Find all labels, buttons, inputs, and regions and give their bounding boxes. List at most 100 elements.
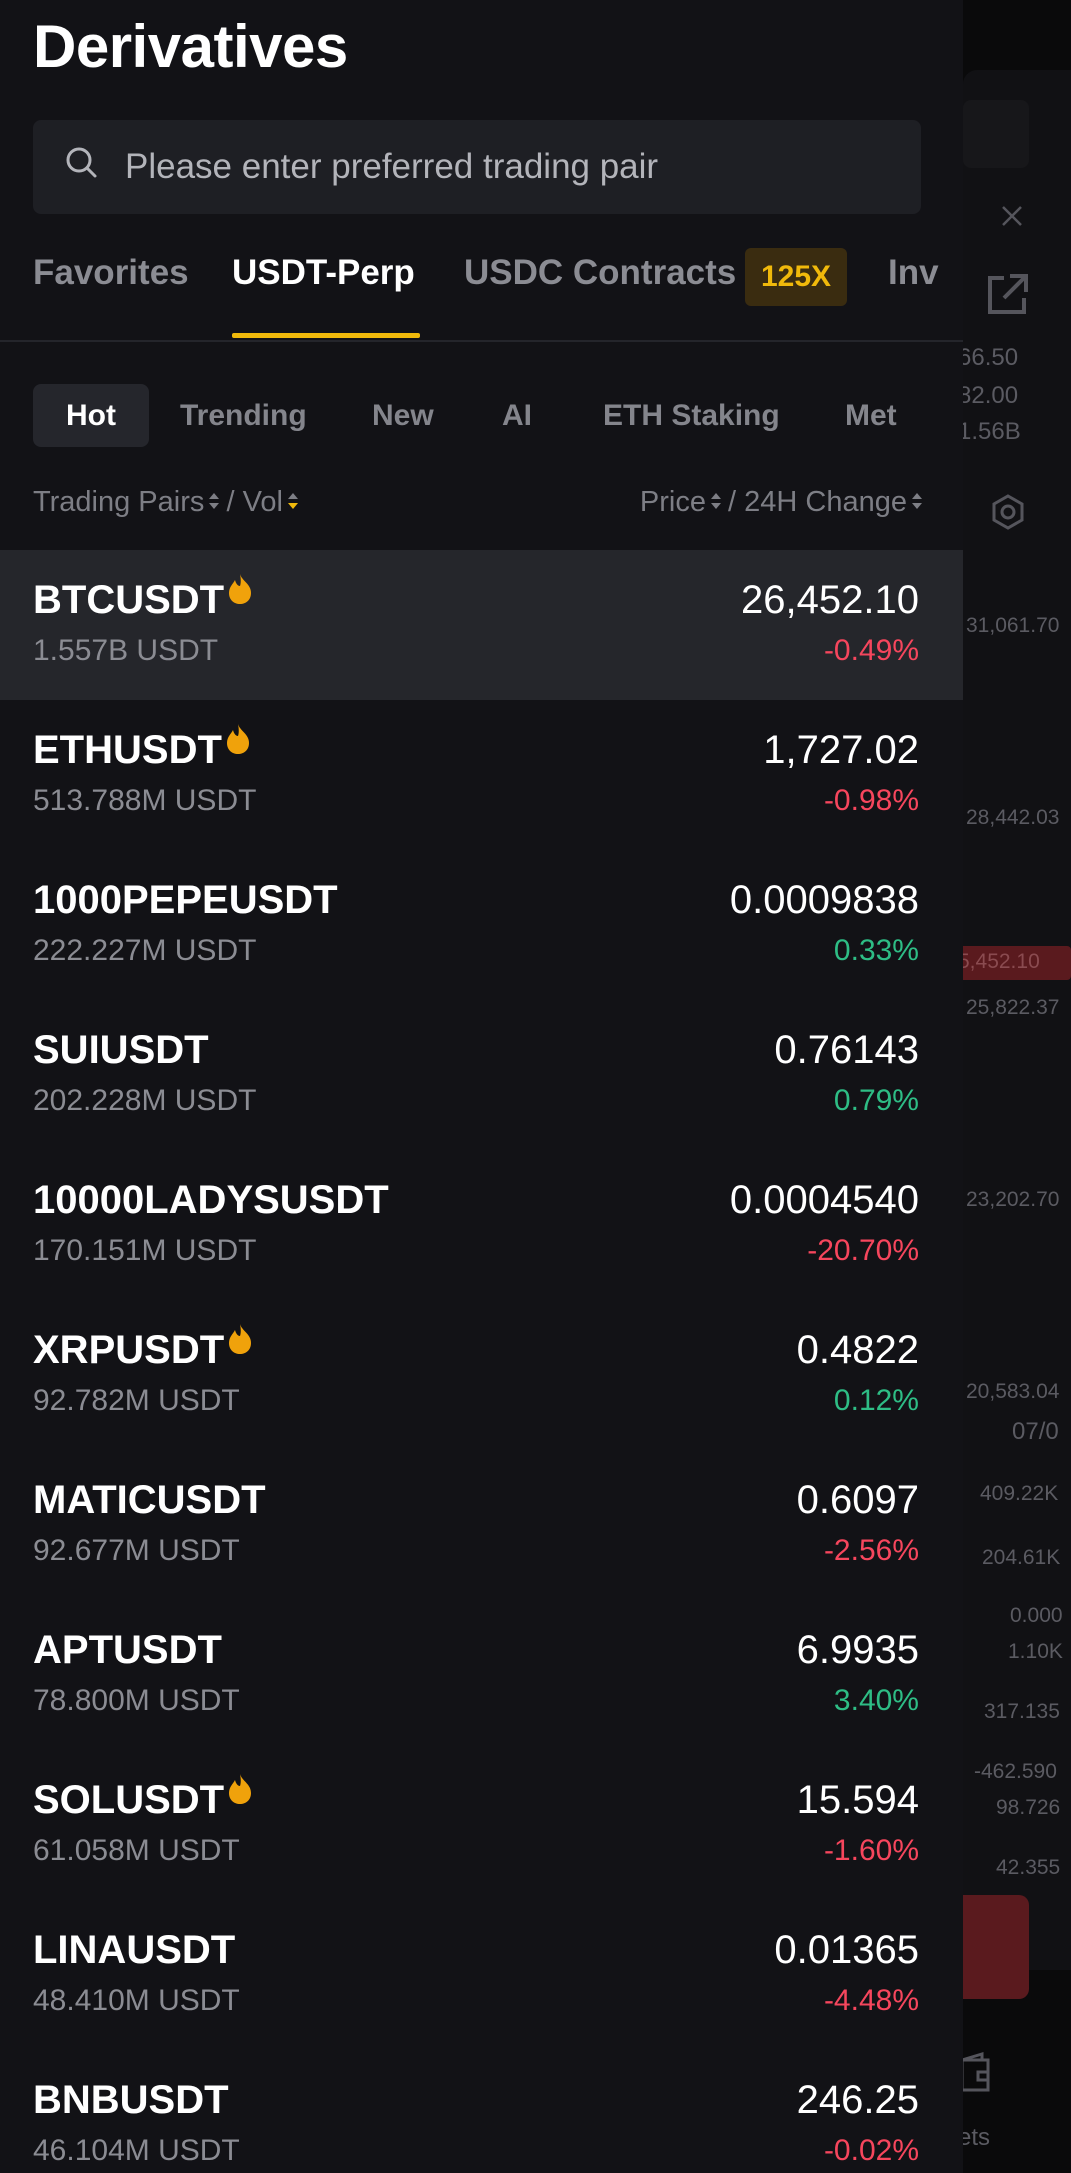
background-value: 1.56B	[958, 418, 1021, 445]
background-value: 23,202.70	[966, 1188, 1060, 1211]
sort-price[interactable]: Price	[640, 486, 706, 518]
pair-volume: 513.788M USDT	[33, 784, 257, 817]
sort-volume[interactable]: Vol	[243, 486, 283, 518]
pair-24h-change: 0.12%	[833, 1384, 919, 1417]
sort-trading-pairs[interactable]: Trading Pairs	[33, 486, 204, 518]
trading-pair-row[interactable]: SUIUSDT 202.228M USDT 0.76143 0.79%	[0, 1000, 963, 1150]
pair-volume: 78.800M USDT	[33, 1684, 240, 1717]
background-value: 28,442.03	[966, 806, 1060, 829]
background-value: 204.61K	[982, 1546, 1061, 1569]
external-link-icon[interactable]	[982, 270, 1032, 325]
pair-volume: 170.151M USDT	[33, 1234, 257, 1267]
pair-symbol: SOLUSDT	[33, 1774, 253, 1823]
pair-volume: 46.104M USDT	[33, 2134, 240, 2167]
background-value: -462.590	[974, 1760, 1057, 1783]
tab-usdt-perp[interactable]: USDT-Perp	[232, 253, 415, 293]
column-separator: /	[226, 486, 235, 518]
settings-icon[interactable]	[988, 492, 1028, 537]
pair-volume: 61.058M USDT	[33, 1834, 240, 1867]
subtab-eth-staking[interactable]: ETH Staking	[603, 384, 780, 447]
subtab-meta[interactable]: Met	[845, 384, 897, 447]
pair-symbol-text: XRPUSDT	[33, 1328, 225, 1372]
pair-symbol: APTUSDT	[33, 1628, 222, 1673]
pair-symbol: 1000PEPEUSDT	[33, 878, 338, 923]
leverage-badge: 125X	[745, 248, 847, 306]
background-value: 98.726	[996, 1796, 1061, 1819]
trading-pair-row[interactable]: 10000LADYSUSDT 170.151M USDT 0.0004540 -20.…	[0, 1150, 963, 1300]
tab-usdc-contracts[interactable]: USDC Contracts	[464, 253, 736, 293]
background-value: 409.22K	[980, 1482, 1059, 1505]
tab-inverse[interactable]: Inv	[888, 253, 939, 293]
trading-pair-row[interactable]: ETHUSDT 513.788M USDT 1,727.02 -0.98%	[0, 700, 963, 850]
trading-pair-row[interactable]: SOLUSDT 61.058M USDT 15.594 -1.60%	[0, 1750, 963, 1900]
pair-price: 246.25	[796, 2078, 919, 2122]
trading-pair-row[interactable]: XRPUSDT 92.782M USDT 0.4822 0.12%	[0, 1300, 963, 1450]
pair-24h-change: -20.70%	[807, 1234, 919, 1267]
trading-pair-row[interactable]: BNBUSDT 46.104M USDT 246.25 -0.02%	[0, 2050, 963, 2173]
background-value: 31,061.70	[966, 614, 1060, 637]
pair-price: 15.594	[796, 1778, 919, 1822]
subtab-new[interactable]: New	[372, 384, 434, 447]
pair-symbol: MATICUSDT	[33, 1478, 266, 1523]
derivatives-drawer: Derivatives Favorites USDT-Perp USDC Con…	[0, 0, 963, 2173]
trading-pair-row[interactable]: LINAUSDT 48.410M USDT 0.01365 -4.48%	[0, 1900, 963, 2050]
tab-favorites[interactable]: Favorites	[33, 253, 189, 293]
pair-symbol: SUIUSDT	[33, 1028, 209, 1073]
background-value: 20,583.04	[966, 1380, 1060, 1403]
pair-symbol-text: SOLUSDT	[33, 1778, 225, 1822]
pair-symbol-text: 1000PEPEUSDT	[33, 878, 338, 922]
sort-icon[interactable]	[911, 489, 922, 513]
pair-24h-change: 0.33%	[833, 934, 919, 967]
search-bar[interactable]	[33, 120, 921, 214]
wallet-icon[interactable]	[958, 2050, 994, 2099]
column-header-right: Price / 24H Change	[640, 486, 922, 519]
pair-volume: 92.782M USDT	[33, 1384, 240, 1417]
subtab-trending[interactable]: Trending	[180, 384, 307, 447]
trading-pair-row[interactable]: MATICUSDT 92.677M USDT 0.6097 -2.56%	[0, 1450, 963, 1600]
subtab-hot[interactable]: Hot	[33, 384, 149, 447]
background-value: 07/0	[1012, 1418, 1059, 1445]
column-header-left: Trading Pairs / Vol	[33, 486, 298, 519]
hot-fire-icon	[225, 720, 251, 765]
pair-24h-change: -4.48%	[823, 1984, 919, 2017]
sort-icon[interactable]	[710, 489, 721, 513]
pair-symbol-text: BNBUSDT	[33, 2078, 229, 2122]
pair-symbol-text: BTCUSDT	[33, 578, 225, 622]
pair-price: 0.4822	[796, 1328, 919, 1372]
pair-24h-change: 3.40%	[833, 1684, 919, 1717]
background-value: 317.135	[984, 1700, 1060, 1723]
background-value: 82.00	[958, 382, 1019, 409]
sort-icon[interactable]	[208, 489, 220, 513]
pair-price: 6.9935	[796, 1628, 919, 1672]
pair-volume: 202.228M USDT	[33, 1084, 257, 1117]
search-icon	[63, 144, 103, 189]
trading-pair-row[interactable]: 1000PEPEUSDT 222.227M USDT 0.0009838 0.33%	[0, 850, 963, 1000]
pair-symbol: BTCUSDT	[33, 574, 253, 623]
page-title: Derivatives	[33, 13, 348, 80]
tabs-divider	[0, 340, 963, 342]
background-value: 0.000	[1010, 1604, 1063, 1627]
background-value: 66.50	[958, 344, 1019, 371]
sort-24h-change[interactable]: 24H Change	[744, 486, 907, 518]
trading-pair-row[interactable]: BTCUSDT 1.557B USDT 26,452.10 -0.49%	[0, 550, 963, 700]
pair-symbol-text: ETHUSDT	[33, 728, 222, 772]
column-separator: /	[728, 486, 737, 518]
search-input[interactable]	[125, 120, 905, 214]
pair-24h-change: -0.02%	[823, 2134, 919, 2167]
pair-24h-change: -0.98%	[823, 784, 919, 817]
pair-price: 0.01365	[774, 1928, 919, 1972]
pair-symbol-text: SUIUSDT	[33, 1028, 209, 1072]
pair-price: 0.76143	[774, 1028, 919, 1072]
pair-price: 26,452.10	[741, 578, 919, 622]
trading-pair-row[interactable]: APTUSDT 78.800M USDT 6.9935 3.40%	[0, 1600, 963, 1750]
pair-volume: 1.557B USDT	[33, 634, 219, 667]
background-value: 25,822.37	[966, 996, 1060, 1019]
pair-symbol-text: LINAUSDT	[33, 1928, 236, 1972]
sort-desc-icon[interactable]	[287, 489, 298, 513]
pair-symbol-text: APTUSDT	[33, 1628, 222, 1672]
pair-price: 0.6097	[796, 1478, 919, 1522]
hot-fire-icon	[227, 570, 253, 615]
close-icon[interactable]	[1000, 204, 1024, 233]
pair-symbol: LINAUSDT	[33, 1928, 235, 1973]
subtab-ai[interactable]: AI	[502, 384, 532, 447]
